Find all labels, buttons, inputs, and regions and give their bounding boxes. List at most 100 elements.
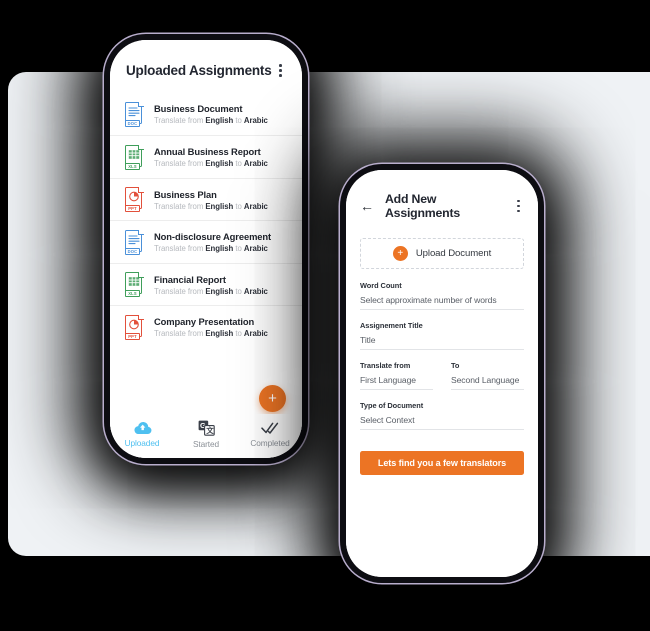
- tab-started[interactable]: G 文 Started: [177, 420, 235, 449]
- translate-mid: to: [235, 159, 242, 169]
- assignment-name: Business Document: [154, 103, 243, 115]
- uploaded-header: Uploaded Assignments: [110, 40, 302, 93]
- assignment-name: Financial Report: [154, 273, 226, 285]
- assignment-translation-info: Translate from English to Arabic: [154, 287, 268, 296]
- upload-document-label: Upload Document: [415, 248, 492, 259]
- field-label: Type of Document: [360, 401, 424, 410]
- target-language: Arabic: [243, 286, 268, 296]
- translate-prefix: Translate from: [154, 244, 204, 254]
- assignment-name: Business Plan: [154, 188, 217, 200]
- source-language: English: [205, 286, 234, 296]
- cloud-upload-icon: [133, 421, 151, 434]
- assignment-translation-info: Translate from English to Arabic: [154, 244, 271, 253]
- page-title: Add New Assignments: [385, 192, 461, 220]
- target-language: Arabic: [243, 329, 268, 339]
- source-language: English: [205, 159, 234, 169]
- assignment-row[interactable]: XLS Annual Business Report Translate from …: [110, 135, 302, 178]
- phone-mockup-left: Uploaded Assignments DOC Business Documen…: [104, 34, 308, 464]
- field-label: Word Count: [360, 281, 402, 290]
- tab-label: Started: [192, 438, 220, 449]
- screenshot-stage: Uploaded Assignments DOC Business Documen…: [0, 0, 650, 631]
- doc-file-icon: DOC: [124, 229, 145, 255]
- find-translators-label: Lets find you a few translators: [377, 458, 507, 468]
- assignment-translation-info: Translate from English to Arabic: [154, 116, 268, 125]
- assignment-texts: Non-disclosure Agreement Translate from E…: [154, 231, 271, 253]
- translate-prefix: Translate from: [154, 329, 204, 339]
- language-row: Translate from First Language To Second …: [360, 361, 524, 401]
- bottom-tab-bar: Uploaded G 文 Started Completed: [110, 414, 302, 458]
- translate-icon: G文: [198, 420, 215, 436]
- add-assignment-header: ← Add New Assignments: [346, 170, 538, 220]
- assignment-texts: Annual Business Report Translate from Eng…: [154, 146, 268, 168]
- translate-prefix: Translate from: [154, 116, 204, 126]
- assignment-name: Annual Business Report: [154, 146, 261, 158]
- target-language: Arabic: [243, 116, 268, 126]
- page-title: Uploaded Assignments: [126, 62, 272, 78]
- target-language: Arabic: [243, 201, 268, 211]
- translate-mid: to: [235, 244, 242, 254]
- assignment-texts: Financial Report Translate from English t…: [154, 274, 268, 296]
- back-arrow-icon[interactable]: ←: [360, 199, 374, 213]
- field-type-of-document: Type of Document Select Context: [360, 401, 524, 430]
- translate-mid: to: [235, 329, 242, 339]
- kebab-menu-icon[interactable]: [513, 198, 524, 215]
- assignment-texts: Business Plan Translate from English to A…: [154, 189, 268, 211]
- plus-circle-icon: +: [392, 246, 408, 261]
- doc-file-icon: DOC: [124, 101, 145, 127]
- translate-to-input[interactable]: Second Language: [451, 375, 524, 390]
- field-translate-from: Translate from First Language: [360, 361, 433, 390]
- ppt-file-icon: PPT: [124, 314, 145, 340]
- xls-file-icon: XLS: [124, 144, 145, 170]
- target-language: Arabic: [243, 159, 268, 169]
- assignment-row[interactable]: PPT Company Presentation Translate from En…: [110, 305, 302, 348]
- upload-document-button[interactable]: + Upload Document: [360, 238, 524, 269]
- field-word-count: Word Count Select approximate number of …: [360, 281, 524, 310]
- translate-mid: to: [235, 116, 242, 126]
- kebab-menu-icon[interactable]: [275, 62, 286, 79]
- field-label: Assignement Title: [360, 321, 423, 330]
- assignment-translation-info: Translate from English to Arabic: [154, 159, 268, 168]
- add-assignment-fab[interactable]: +: [259, 385, 286, 412]
- source-language: English: [205, 116, 234, 126]
- source-language: English: [205, 244, 234, 254]
- assignment-translation-info: Translate from English to Arabic: [154, 329, 268, 338]
- assignment-texts: Business Document Translate from English …: [154, 103, 268, 125]
- assignment-row[interactable]: DOC Non-disclosure Agreement Translate fro…: [110, 220, 302, 263]
- type-of-document-input[interactable]: Select Context: [360, 415, 524, 430]
- find-translators-button[interactable]: Lets find you a few translators: [360, 451, 524, 475]
- tab-uploaded[interactable]: Uploaded: [113, 421, 171, 448]
- assignment-name: Company Presentation: [154, 316, 255, 328]
- field-assignment-title: Assignement Title Title: [360, 321, 524, 350]
- assignment-list: DOC Business Document Translate from Engli…: [110, 93, 302, 348]
- source-language: English: [205, 329, 234, 339]
- tab-label: Uploaded: [124, 437, 160, 448]
- field-translate-to: To Second Language: [451, 361, 524, 390]
- xls-file-icon: XLS: [124, 272, 145, 298]
- phone-screen-left: Uploaded Assignments DOC Business Documen…: [110, 40, 302, 458]
- tab-label: Completed: [250, 437, 290, 448]
- assignment-title-input[interactable]: Title: [360, 335, 524, 350]
- translate-prefix: Translate from: [154, 286, 204, 296]
- assignment-translation-info: Translate from English to Arabic: [154, 202, 268, 211]
- field-label: To: [451, 361, 460, 370]
- assignment-texts: Company Presentation Translate from Engli…: [154, 316, 268, 338]
- translate-prefix: Translate from: [154, 201, 204, 211]
- field-label: Translate from: [360, 361, 411, 370]
- translate-from-input[interactable]: First Language: [360, 375, 433, 390]
- assignment-row[interactable]: XLS Financial Report Translate from Englis…: [110, 262, 302, 306]
- assignment-row[interactable]: PPT Business Plan Translate from English t…: [110, 177, 302, 221]
- translate-prefix: Translate from: [154, 159, 204, 169]
- assignment-row[interactable]: DOC Business Document Translate from Engli…: [110, 93, 302, 136]
- assignment-form: Word Count Select approximate number of …: [346, 269, 538, 441]
- add-new-assignment-screen: ← Add New Assignments + Upload Document …: [346, 170, 538, 577]
- target-language: Arabic: [243, 244, 268, 254]
- tab-completed[interactable]: Completed: [241, 421, 299, 448]
- word-count-input[interactable]: Select approximate number of words: [360, 295, 524, 310]
- phone-screen-right: ← Add New Assignments + Upload Document …: [346, 170, 538, 577]
- uploaded-assignments-screen: Uploaded Assignments DOC Business Documen…: [110, 40, 302, 458]
- assignment-name: Non-disclosure Agreement: [154, 231, 272, 243]
- double-check-icon: [260, 422, 278, 434]
- ppt-file-icon: PPT: [124, 187, 145, 213]
- plus-icon: +: [268, 390, 277, 407]
- translate-mid: to: [235, 201, 242, 211]
